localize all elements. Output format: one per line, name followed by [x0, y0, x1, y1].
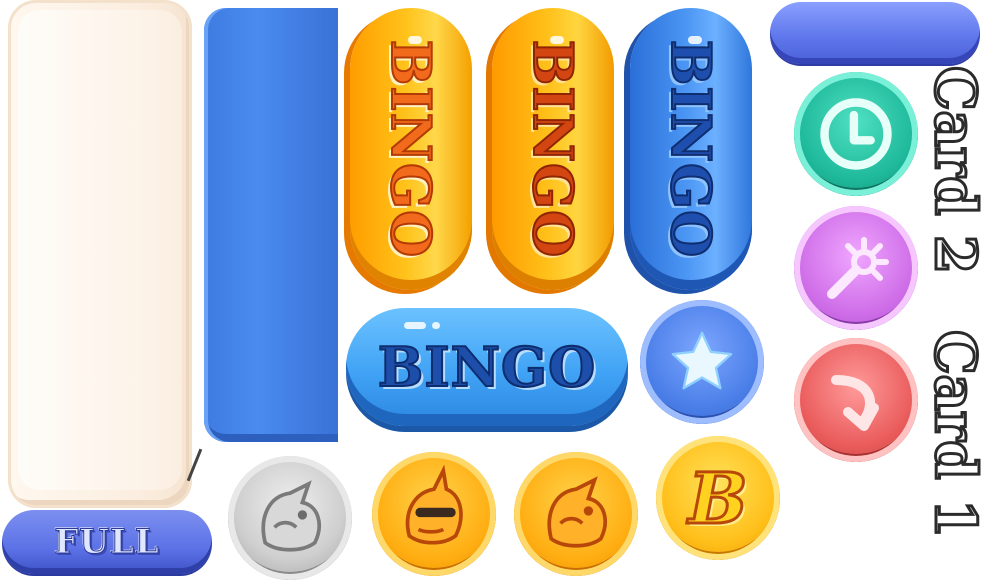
unicorn-token-gold[interactable]	[372, 452, 496, 576]
rhino-face-icon	[261, 480, 321, 552]
star-icon	[671, 331, 733, 390]
cream-panel	[8, 0, 192, 508]
card-1-label: Card 1	[921, 329, 986, 540]
bingo-button-blue-vertical[interactable]: BINGO	[630, 8, 752, 290]
bingo-button-blue-horizontal[interactable]: BINGO	[346, 308, 628, 426]
bingo-label: BINGO	[377, 334, 597, 400]
blue-panel	[204, 8, 338, 442]
bingo-label: BINGO	[520, 39, 586, 259]
rhino-token-silver[interactable]	[228, 456, 352, 580]
dragon-face-icon	[547, 476, 607, 548]
full-button[interactable]: FULL	[2, 510, 212, 574]
unicorn-sunglasses-icon	[405, 464, 463, 545]
clock-icon	[820, 98, 892, 170]
curved-arrow-icon	[831, 375, 879, 431]
card-2-label: Card 2	[921, 65, 986, 276]
clock-button[interactable]	[794, 72, 918, 196]
b-coin-token[interactable]: B	[656, 436, 780, 560]
magic-wand-icon	[827, 237, 889, 299]
bingo-label: BINGO	[378, 39, 444, 259]
arrow-button[interactable]	[794, 338, 918, 462]
bingo-button-yellow-2[interactable]: BINGO	[492, 8, 614, 290]
top-bar-button[interactable]	[770, 2, 980, 64]
magic-button[interactable]	[794, 206, 918, 330]
full-button-label: FULL	[54, 522, 160, 563]
star-button[interactable]	[640, 300, 764, 424]
b-coin-label: B	[687, 455, 749, 541]
bingo-button-yellow-1[interactable]: BINGO	[350, 8, 472, 290]
bingo-label: BINGO	[658, 39, 724, 259]
dragon-token-gold[interactable]	[514, 452, 638, 576]
